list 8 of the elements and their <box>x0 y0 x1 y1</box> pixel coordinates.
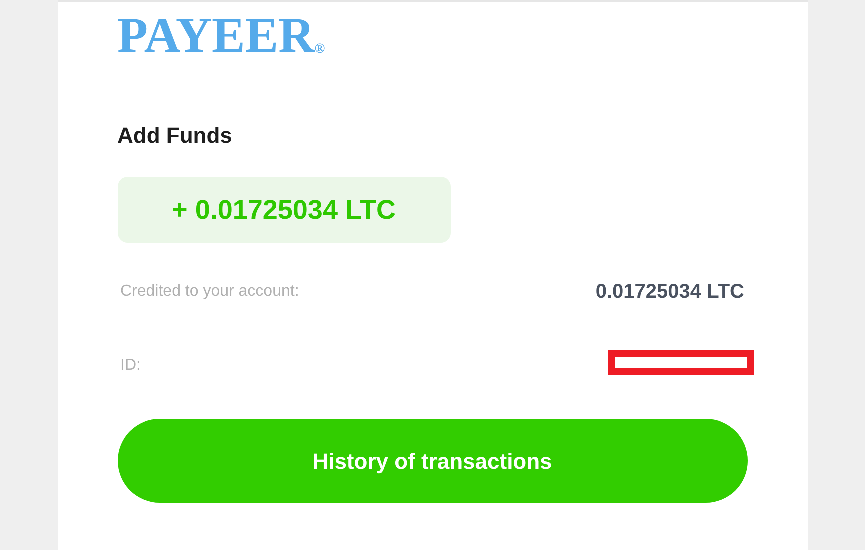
detail-value: 0.01725034 LTC <box>596 280 744 305</box>
logo-text: PAYEER <box>118 12 315 58</box>
history-button[interactable]: History of transactions <box>118 419 748 503</box>
detail-label: Credited to your account: <box>120 282 300 302</box>
amount-badge: + 0.01725034 LTC <box>118 177 450 243</box>
registered-mark: ® <box>314 43 326 57</box>
page-title: Add Funds <box>118 123 232 149</box>
detail-label: ID: <box>120 356 141 376</box>
